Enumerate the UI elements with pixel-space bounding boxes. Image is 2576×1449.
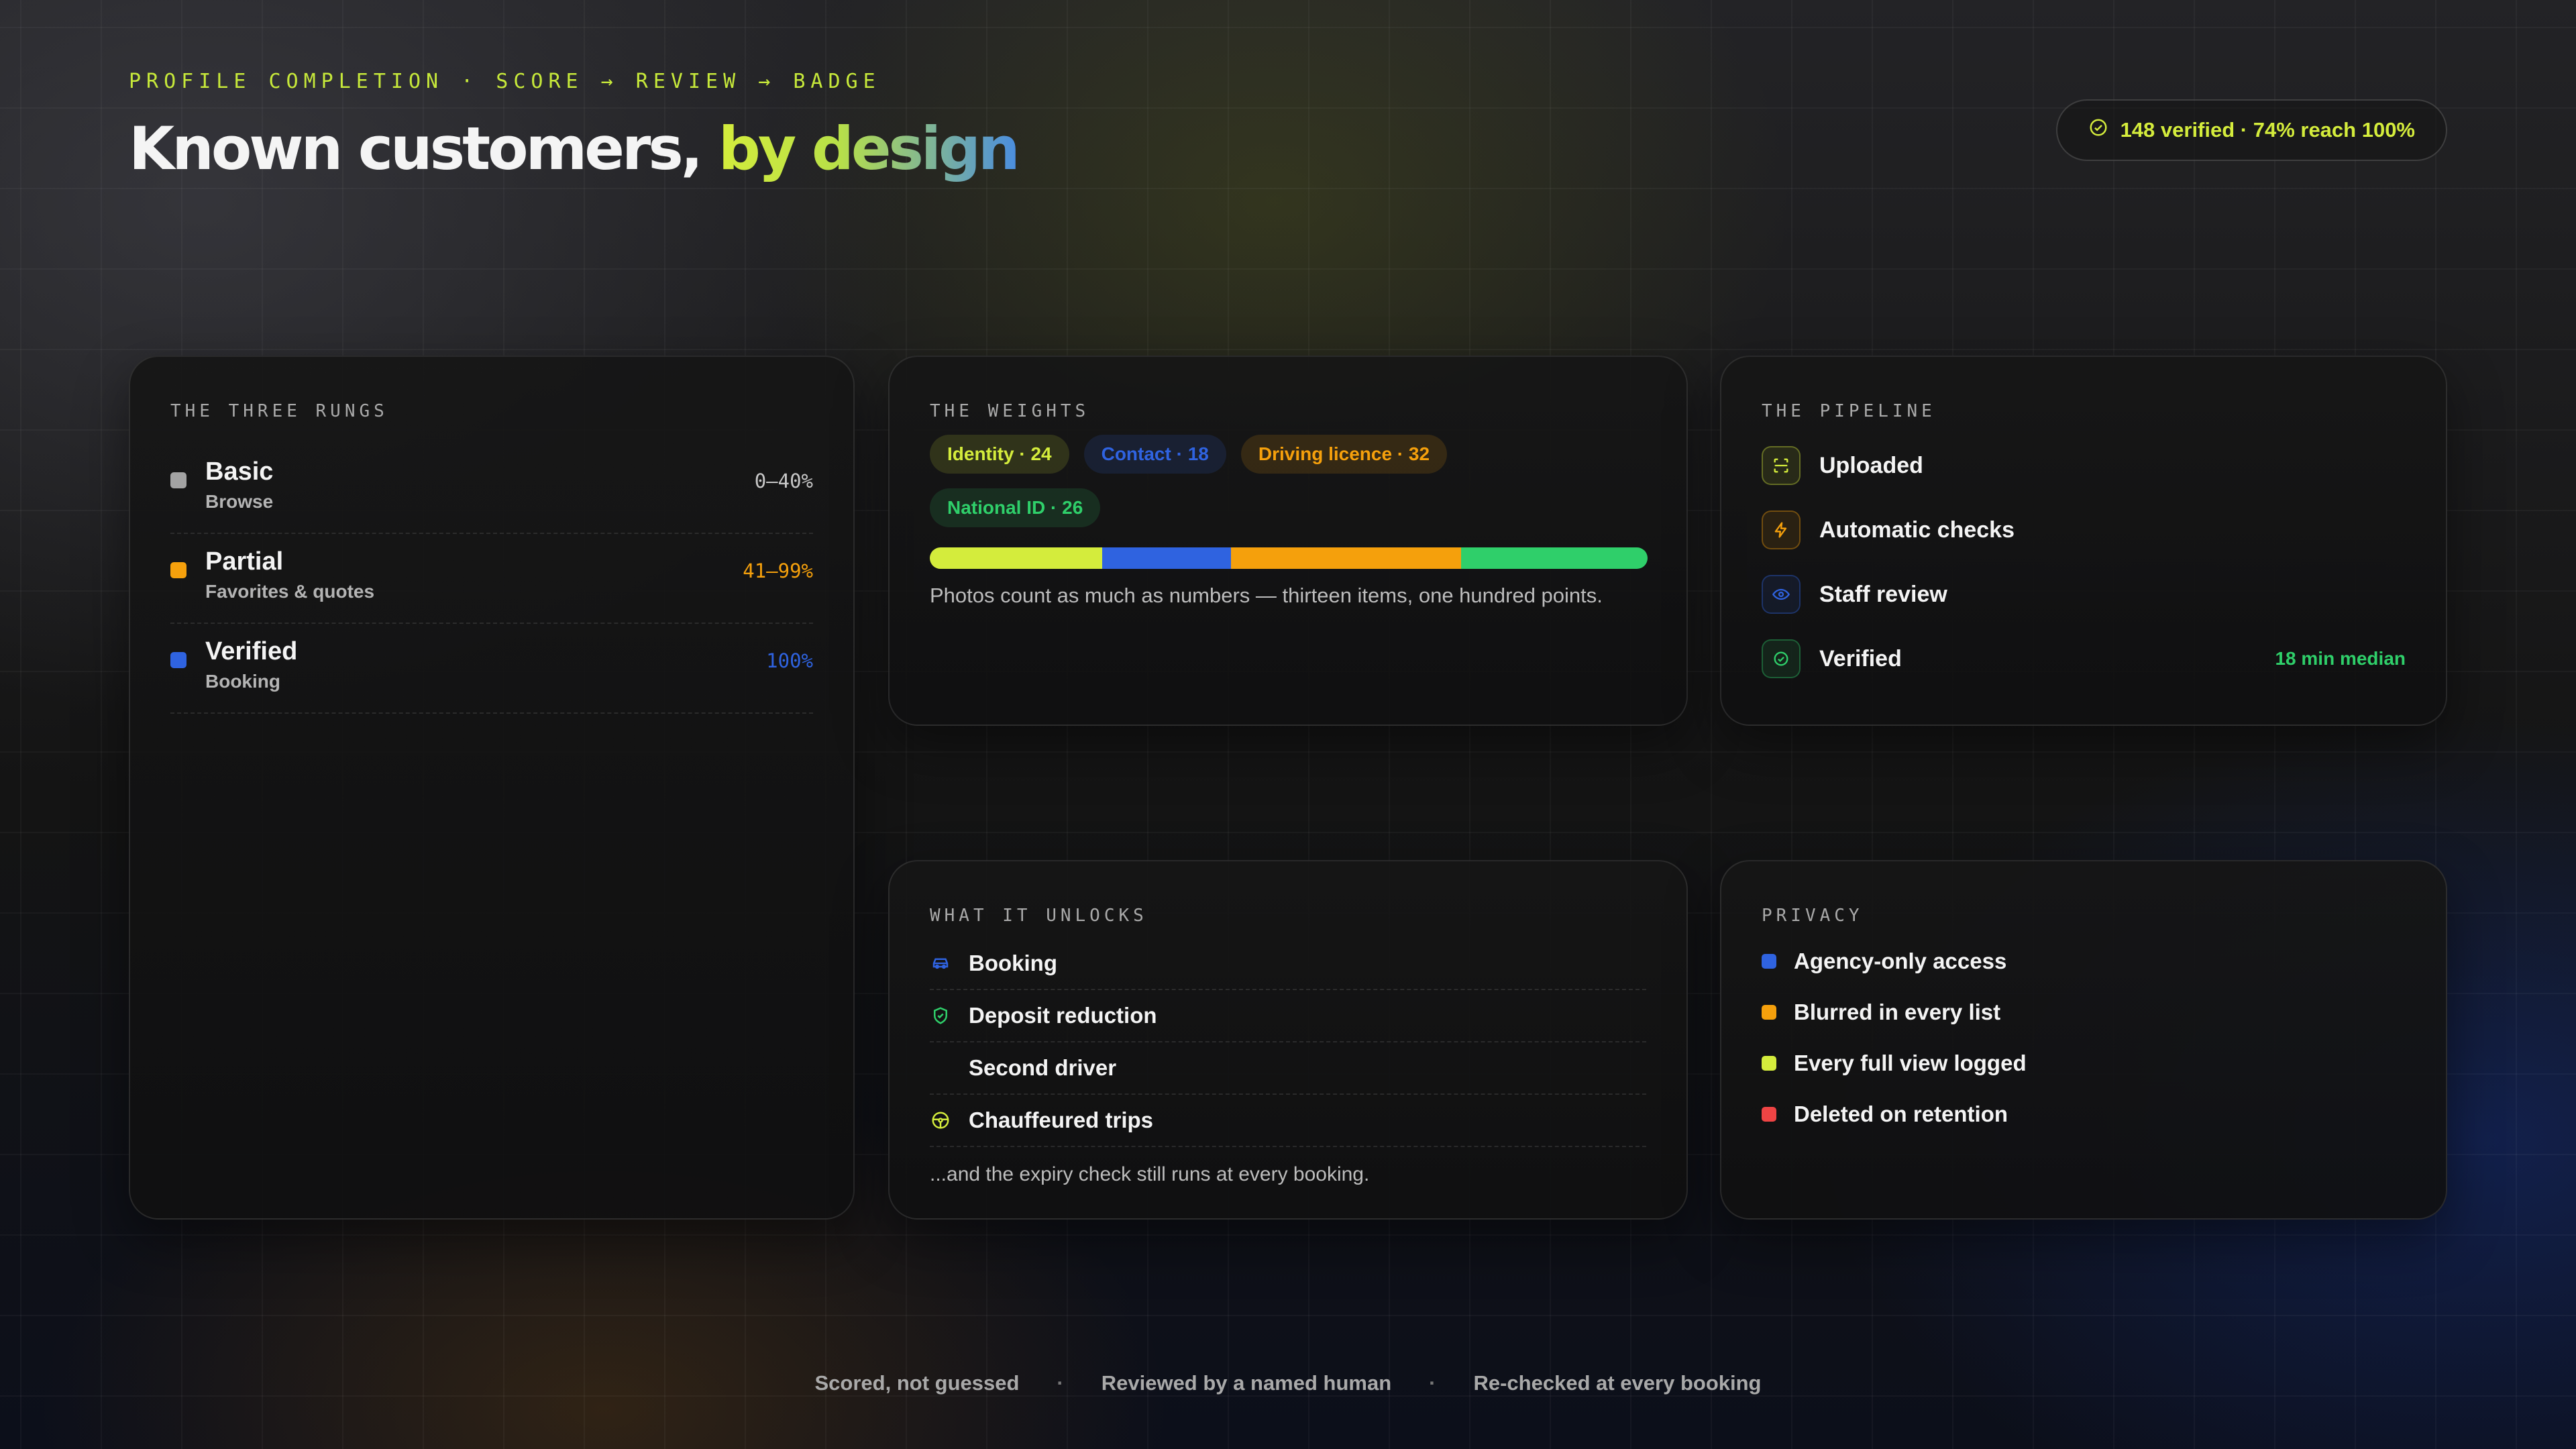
pipeline-card: THE PIPELINE Uploaded Automatic checks S… <box>1720 356 2447 726</box>
page-title: Known customers, by design <box>129 114 1020 183</box>
pipeline-step-label: Uploaded <box>1819 452 1923 478</box>
rungs-card-label: THE THREE RUNGS <box>170 401 388 421</box>
check-circle-icon <box>2088 117 2108 143</box>
rung-range: 100% <box>766 649 813 672</box>
privacy-dot <box>1762 954 1776 969</box>
pipeline-step-uploaded: Uploaded <box>1762 445 2406 486</box>
pipeline-card-label: THE PIPELINE <box>1762 401 1936 421</box>
rung-dot <box>170 562 186 578</box>
weights-card: THE WEIGHTS Identity · 24 Contact · 18 D… <box>888 356 1688 726</box>
weight-chip-driving-licence: Driving licence · 32 <box>1240 435 1448 474</box>
lightning-icon <box>1762 511 1801 549</box>
rung-range: 41–99% <box>743 559 813 582</box>
privacy-label: Deleted on retention <box>1794 1102 2008 1126</box>
scan-icon <box>1762 446 1801 485</box>
steering-wheel-icon <box>930 1110 951 1131</box>
weights-bar-segment <box>930 547 1102 569</box>
weight-chip-national-id: National ID · 26 <box>930 488 1101 527</box>
footer-separator: · <box>1429 1371 1436 1395</box>
rung-name: Partial <box>205 547 284 576</box>
page-title-main: Known customers, <box>129 114 718 183</box>
privacy-dot <box>1762 1005 1776 1020</box>
footer-item: Reviewed by a named human <box>1101 1371 1392 1395</box>
rung-range: 0–40% <box>754 470 813 492</box>
rung-verified: Verified Booking 100% <box>170 624 813 714</box>
weights-bar <box>930 547 1648 569</box>
privacy-dot <box>1762 1107 1776 1122</box>
unlock-item-booking: Booking <box>930 938 1646 990</box>
unlock-label: Chauffeured trips <box>969 1108 1154 1132</box>
footer: Scored, not guessed · Reviewed by a name… <box>0 1371 2576 1395</box>
unlock-item-deposit-reduction: Deposit reduction <box>930 990 1646 1042</box>
weights-note: Photos count as much as numbers — thirte… <box>930 584 1603 607</box>
rung-sub: Booking <box>205 671 280 692</box>
rung-basic: Basic Browse 0–40% <box>170 444 813 534</box>
pipeline-step-verified: Verified 18 min median <box>1762 639 2406 679</box>
rungs-card: THE THREE RUNGS Basic Browse 0–40% Parti… <box>129 356 855 1220</box>
blank-icon <box>930 1057 951 1079</box>
unlock-label: Booking <box>969 951 1057 975</box>
privacy-label: Agency-only access <box>1794 949 2007 973</box>
privacy-card: PRIVACY Agency-only access Blurred in ev… <box>1720 860 2447 1220</box>
rung-sub: Favorites & quotes <box>205 581 375 602</box>
unlocks-note: ...and the expiry check still runs at ev… <box>930 1163 1370 1185</box>
privacy-item: Every full view logged <box>1762 1051 2027 1076</box>
rung-name: Basic <box>205 458 274 486</box>
weights-bar-segment <box>1231 547 1461 569</box>
weights-bar-segment <box>1102 547 1232 569</box>
privacy-item: Deleted on retention <box>1762 1102 2008 1127</box>
eyebrow-text: PROFILE COMPLETION · SCORE → REVIEW → BA… <box>129 70 881 93</box>
pipeline-median-time: 18 min median <box>2275 648 2406 669</box>
weights-card-label: THE WEIGHTS <box>930 401 1090 421</box>
privacy-dot <box>1762 1056 1776 1071</box>
rung-dot <box>170 472 186 488</box>
page-title-accent: by design <box>718 114 1020 183</box>
pipeline-step-label: Verified <box>1819 645 1902 672</box>
rung-dot <box>170 652 186 668</box>
footer-separator: · <box>1057 1371 1064 1395</box>
unlock-item-chauffeured-trips: Chauffeured trips <box>930 1095 1646 1147</box>
check-circle-icon <box>1762 639 1801 678</box>
weights-chips: Identity · 24 Contact · 18 Driving licen… <box>930 435 1601 527</box>
pipeline-step-staff-review: Staff review <box>1762 574 2406 614</box>
unlocks-card: WHAT IT UNLOCKS Booking Deposit reductio… <box>888 860 1688 1220</box>
privacy-label: Every full view logged <box>1794 1051 2027 1075</box>
pipeline-step-label: Automatic checks <box>1819 517 2015 543</box>
weight-chip-identity: Identity · 24 <box>930 435 1069 474</box>
privacy-label: Blurred in every list <box>1794 1000 2001 1024</box>
footer-item: Scored, not guessed <box>814 1371 1020 1395</box>
rung-partial: Partial Favorites & quotes 41–99% <box>170 534 813 624</box>
weights-bar-segment <box>1460 547 1648 569</box>
status-pill-text: 148 verified · 74% reach 100% <box>2120 118 2415 142</box>
rung-sub: Browse <box>205 491 274 512</box>
shield-check-icon <box>930 1005 951 1026</box>
eye-icon <box>1762 575 1801 614</box>
unlock-label: Deposit reduction <box>969 1003 1157 1028</box>
privacy-card-label: PRIVACY <box>1762 906 1864 926</box>
unlock-item-second-driver: Second driver <box>930 1042 1646 1095</box>
rung-name: Verified <box>205 637 298 665</box>
unlock-label: Second driver <box>969 1055 1117 1080</box>
pipeline-step-label: Staff review <box>1819 581 1947 607</box>
privacy-item: Agency-only access <box>1762 949 2006 974</box>
status-pill: 148 verified · 74% reach 100% <box>2055 99 2447 161</box>
unlocks-card-label: WHAT IT UNLOCKS <box>930 906 1148 926</box>
privacy-item: Blurred in every list <box>1762 1000 2000 1025</box>
weight-chip-contact: Contact · 18 <box>1083 435 1226 474</box>
pipeline-step-automatic-checks: Automatic checks <box>1762 510 2406 550</box>
footer-item: Re-checked at every booking <box>1473 1371 1762 1395</box>
car-icon <box>930 953 951 974</box>
